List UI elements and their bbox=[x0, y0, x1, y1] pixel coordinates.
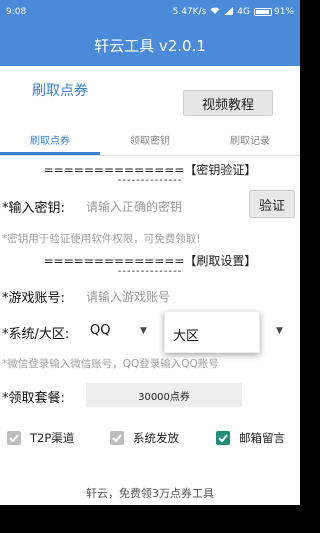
region-value: 大区 bbox=[173, 329, 200, 344]
option-t2p[interactable]: T2P渠道 bbox=[7, 430, 74, 446]
tab-brush-coupons[interactable]: 刷取点券 bbox=[0, 125, 100, 155]
option-label: T2P渠道 bbox=[30, 431, 75, 445]
checkbox-checked-icon[interactable] bbox=[216, 431, 230, 445]
verify-button[interactable]: 验证 bbox=[249, 190, 295, 218]
checkbox-icon[interactable] bbox=[7, 431, 21, 445]
key-section-dashes: -------------- bbox=[117, 175, 183, 186]
system-label: *系统/大区: bbox=[2, 327, 70, 342]
video-tutorial-button[interactable]: 视频教程 bbox=[183, 90, 273, 116]
key-label: *输入密钥: bbox=[2, 201, 65, 216]
option-label: 邮箱留言 bbox=[239, 431, 285, 445]
status-time: 9:08 bbox=[6, 7, 27, 17]
tab-divider bbox=[0, 155, 300, 156]
settings-section-dashes: -------------- bbox=[117, 266, 183, 277]
package-select[interactable]: 30000点券 bbox=[86, 383, 242, 407]
phone-screen: 9:08 5.47K/s 4G 91% 轩云工具 v2.0.1 刷取点券 视频教… bbox=[0, 0, 300, 533]
footer-text: 轩云，免费领3万点券工具 bbox=[86, 487, 214, 500]
network-type: 4G bbox=[237, 7, 250, 17]
page-title: 刷取点券 bbox=[32, 83, 88, 99]
status-right: 5.47K/s 4G 91% bbox=[172, 6, 294, 18]
signal-icon bbox=[224, 6, 234, 18]
checkbox-icon[interactable] bbox=[110, 431, 124, 445]
battery-level: 91% bbox=[273, 7, 294, 17]
option-system-issue[interactable]: 系统发放 bbox=[110, 430, 179, 446]
tab-bar: 刷取点券 领取密钥 刷取记录 bbox=[0, 125, 300, 155]
region-select[interactable]: 大区 bbox=[164, 311, 260, 353]
wifi-icon bbox=[210, 7, 220, 18]
tab-brush-records[interactable]: 刷取记录 bbox=[200, 125, 300, 155]
app-title: 轩云工具 v2.0.1 bbox=[94, 36, 206, 55]
package-label: *领取套餐: bbox=[2, 391, 65, 406]
option-mail-message[interactable]: 邮箱留言 bbox=[216, 430, 285, 446]
key-hint: *密钥用于验证使用软件权限，可免费领取! bbox=[2, 233, 201, 245]
system-nav-bar bbox=[0, 505, 300, 533]
network-speed: 5.47K/s bbox=[172, 7, 207, 17]
status-bar: 9:08 5.47K/s 4G 91% bbox=[0, 0, 300, 24]
top-row: 刷取点券 视频教程 bbox=[0, 70, 300, 116]
account-input[interactable]: 请输入游戏账号 bbox=[86, 288, 170, 305]
system-select[interactable]: QQ bbox=[90, 323, 110, 338]
system-hint: *微信登录输入微信账号，QQ登录输入QQ账号 bbox=[2, 358, 219, 370]
system-caret-icon[interactable]: ▼ bbox=[140, 326, 147, 336]
account-label: *游戏账号: bbox=[2, 291, 65, 306]
package-value: 30000点券 bbox=[138, 391, 190, 403]
app-bar: 轩云工具 v2.0.1 bbox=[0, 24, 300, 66]
option-label: 系统发放 bbox=[133, 431, 179, 445]
key-input[interactable]: 请输入正确的密钥 bbox=[86, 198, 182, 215]
battery-icon: 91% bbox=[253, 7, 294, 17]
region-caret-icon[interactable]: ▼ bbox=[276, 326, 283, 336]
tab-get-key[interactable]: 领取密钥 bbox=[100, 125, 200, 155]
